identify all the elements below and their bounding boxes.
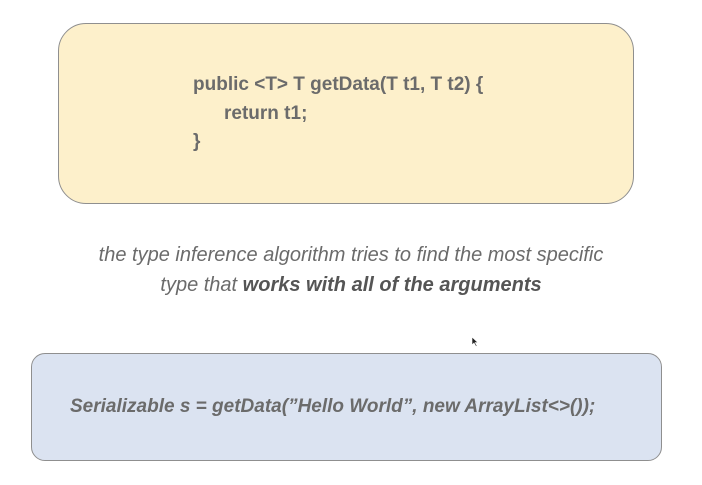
example-code-box: Serializable s = getData(”Hello World”, … — [31, 353, 662, 461]
code-line-closing-brace: } — [193, 131, 201, 152]
example-code-line: Serializable s = getData(”Hello World”, … — [70, 396, 596, 417]
code-line-signature: public <T> T getData(T t1, T t2) { — [193, 74, 484, 95]
caption-line-2: type that works with all of the argument… — [0, 270, 702, 300]
caption-line-1: the type inference algorithm tries to fi… — [98, 244, 604, 266]
slide: public <T> T getData(T t1, T t2) { retur… — [0, 0, 702, 485]
generic-method-code-box: public <T> T getData(T t1, T t2) { retur… — [58, 23, 634, 204]
caption-line-2-bold: works with all of the arguments — [242, 274, 542, 296]
caption-text: the type inference algorithm tries to fi… — [0, 240, 702, 300]
caption-line-2-prefix: type that — [160, 274, 243, 296]
mouse-pointer-icon — [471, 337, 479, 347]
code-line-return: return t1; — [224, 103, 308, 124]
